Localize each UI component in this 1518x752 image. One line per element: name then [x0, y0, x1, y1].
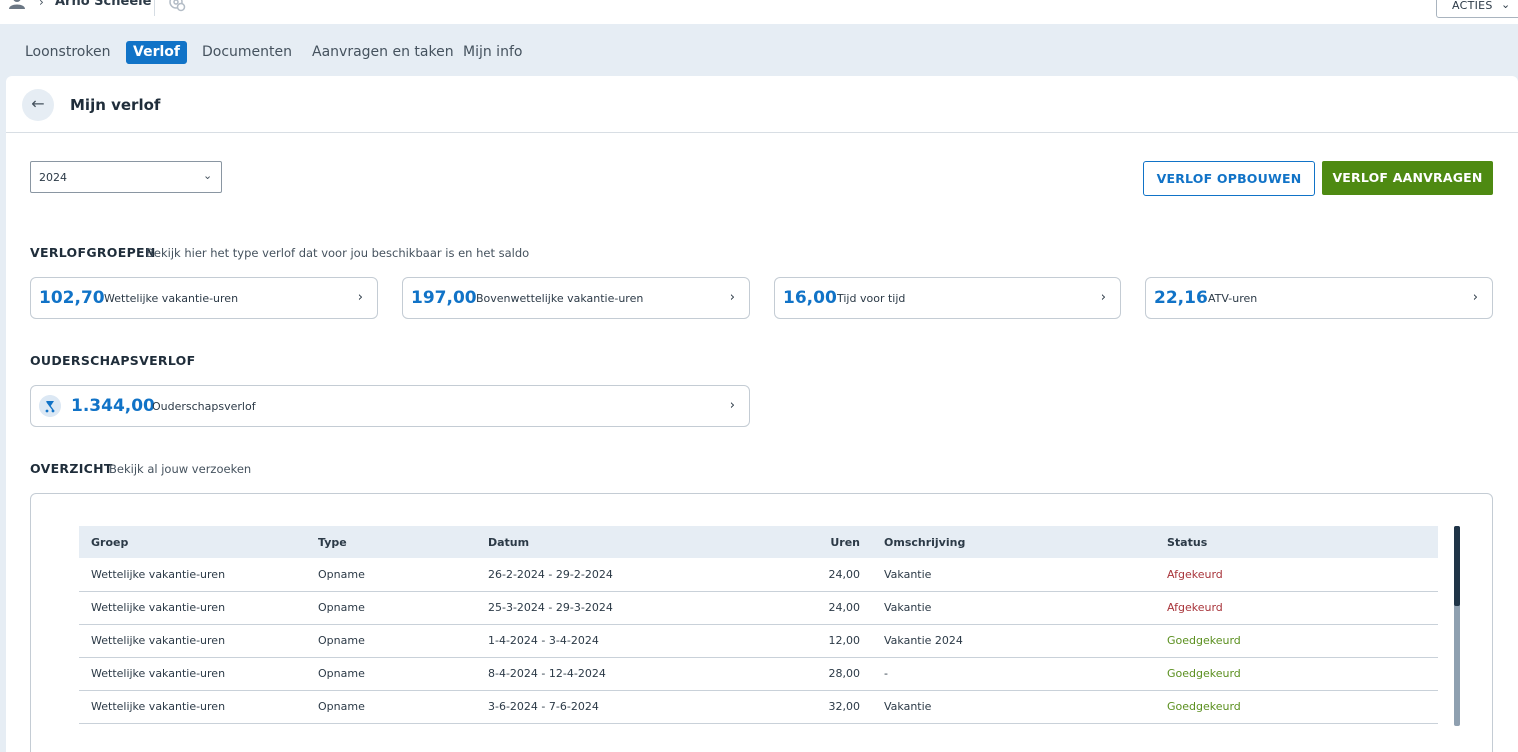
cell-datum: 3-6-2024 - 7-6-2024 — [476, 690, 766, 724]
leave-card-atv[interactable]: 22,16 ATV-uren › — [1145, 277, 1493, 319]
table-row[interactable]: Wettelijke vakantie-uren Opname 26-2-202… — [79, 558, 1438, 592]
cell-datum: 25-3-2024 - 29-3-2024 — [476, 591, 766, 625]
content-panel: ← Mijn verlof 2024 ⌄ VERLOF OPBOUWEN VER… — [6, 76, 1518, 752]
page-header: ← Mijn verlof — [6, 76, 1518, 133]
parental-leave-label: Ouderschapsverlof — [152, 400, 256, 413]
leave-card-value: 16,00 — [783, 288, 837, 308]
cell-uren: 28,00 — [766, 657, 872, 691]
chevron-right-icon: › — [729, 290, 735, 305]
column-header-datum[interactable]: Datum — [476, 526, 766, 558]
overview-container: Groep Type Datum Uren Omschrijving Statu… — [30, 493, 1493, 752]
cell-uren: 24,00 — [766, 558, 872, 592]
table-row[interactable]: Wettelijke vakantie-uren Opname 3-6-2024… — [79, 690, 1438, 724]
table-header-row: Groep Type Datum Uren Omschrijving Statu… — [79, 526, 1438, 558]
cell-omschrijving: Vakantie — [872, 591, 1155, 625]
leave-card-label: Bovenwettelijke vakantie-uren — [476, 292, 644, 305]
column-header-groep[interactable]: Groep — [79, 526, 306, 558]
cell-type: Opname — [306, 624, 476, 658]
cell-groep: Wettelijke vakantie-uren — [79, 558, 306, 592]
page-title: Mijn verlof — [70, 96, 161, 114]
table-row[interactable]: Wettelijke vakantie-uren Opname 8-4-2024… — [79, 657, 1438, 691]
stroller-icon — [39, 395, 61, 417]
overview-subtitle: Bekijk al jouw verzoeken — [109, 462, 252, 476]
leave-card-wettelijk[interactable]: 102,70 Wettelijke vakantie-uren › — [30, 277, 378, 319]
build-leave-button[interactable]: VERLOF OPBOUWEN — [1143, 161, 1315, 196]
cell-type: Opname — [306, 657, 476, 691]
leave-card-value: 22,16 — [1154, 288, 1208, 308]
leave-card-bovenwettelijk[interactable]: 197,00 Bovenwettelijke vakantie-uren › — [402, 277, 750, 319]
chevron-right-icon: › — [1100, 290, 1106, 305]
leave-card-value: 102,70 — [39, 288, 105, 308]
cell-groep: Wettelijke vakantie-uren — [79, 591, 306, 625]
column-header-omschrijving[interactable]: Omschrijving — [872, 526, 1155, 558]
parental-leave-title: OUDERSCHAPSVERLOF — [30, 353, 196, 368]
settings-icon[interactable] — [166, 0, 188, 14]
cell-uren: 32,00 — [766, 690, 872, 724]
overview-title: OVERZICHT — [30, 461, 113, 476]
year-select-value: 2024 — [39, 171, 67, 184]
cell-uren: 24,00 — [766, 591, 872, 625]
actions-menu-button[interactable]: ACTIES ⌄ — [1436, 0, 1518, 18]
tab-documenten[interactable]: Documenten — [195, 41, 299, 64]
leave-groups-title: VERLOFGROEPEN — [30, 245, 156, 260]
table-row[interactable]: Wettelijke vakantie-uren Opname 1-4-2024… — [79, 624, 1438, 658]
table-scrollbar[interactable] — [1454, 526, 1460, 726]
request-leave-button[interactable]: VERLOF AANVRAGEN — [1322, 161, 1493, 195]
tab-verlof[interactable]: Verlof — [126, 41, 187, 64]
column-header-uren[interactable]: Uren — [766, 526, 872, 558]
chevron-right-icon: › — [1472, 290, 1478, 305]
cell-groep: Wettelijke vakantie-uren — [79, 690, 306, 724]
cell-uren: 12,00 — [766, 624, 872, 658]
leave-card-label: Wettelijke vakantie-uren — [104, 292, 239, 305]
year-select[interactable]: 2024 ⌄ — [30, 161, 222, 193]
cell-type: Opname — [306, 690, 476, 724]
tab-aanvragen-en-taken[interactable]: Aanvragen en taken — [305, 41, 461, 64]
table-row[interactable]: Wettelijke vakantie-uren Opname 25-3-202… — [79, 591, 1438, 625]
leave-card-label: ATV-uren — [1208, 292, 1258, 305]
cell-status: Goedgekeurd — [1155, 690, 1438, 724]
person-icon[interactable] — [8, 0, 26, 10]
chevron-right-icon: › — [357, 290, 363, 305]
column-header-status[interactable]: Status — [1155, 526, 1438, 558]
cell-groep: Wettelijke vakantie-uren — [79, 624, 306, 658]
leave-card-label: Tijd voor tijd — [837, 292, 906, 305]
top-bar: › Arno Scheele ACTIES ⌄ — [0, 0, 1518, 24]
cell-datum: 1-4-2024 - 3-4-2024 — [476, 624, 766, 658]
cell-status: Goedgekeurd — [1155, 657, 1438, 691]
breadcrumb-chevron-icon: › — [39, 0, 44, 9]
chevron-down-icon: ⌄ — [203, 169, 213, 182]
tab-loonstroken[interactable]: Loonstroken — [18, 41, 117, 64]
cell-datum: 8-4-2024 - 12-4-2024 — [476, 657, 766, 691]
column-header-type[interactable]: Type — [306, 526, 476, 558]
chevron-down-icon: ⌄ — [1501, 0, 1511, 11]
parental-leave-value: 1.344,00 — [71, 396, 155, 416]
main-navigation: Loonstroken Verlof Documenten Aanvragen … — [0, 24, 1518, 76]
cell-type: Opname — [306, 558, 476, 592]
arrow-left-icon: ← — [31, 94, 45, 113]
cell-datum: 26-2-2024 - 29-2-2024 — [476, 558, 766, 592]
leave-groups-subtitle: Bekijk hier het type verlof dat voor jou… — [146, 246, 530, 260]
leave-card-tijd-voor-tijd[interactable]: 16,00 Tijd voor tijd › — [774, 277, 1121, 319]
back-button[interactable]: ← — [22, 89, 54, 121]
cell-omschrijving: Vakantie 2024 — [872, 624, 1155, 658]
divider — [154, 0, 155, 16]
cell-omschrijving: - — [872, 657, 1155, 691]
cell-status: Afgekeurd — [1155, 558, 1438, 592]
cell-status: Goedgekeurd — [1155, 624, 1438, 658]
user-name[interactable]: Arno Scheele — [55, 0, 151, 9]
leave-requests-table: Groep Type Datum Uren Omschrijving Statu… — [79, 526, 1438, 724]
leave-card-value: 197,00 — [411, 288, 477, 308]
chevron-right-icon: › — [729, 398, 735, 413]
cell-type: Opname — [306, 591, 476, 625]
actions-label: ACTIES — [1452, 0, 1493, 12]
cell-groep: Wettelijke vakantie-uren — [79, 657, 306, 691]
table-scrollbar-thumb[interactable] — [1454, 526, 1460, 606]
cell-omschrijving: Vakantie — [872, 690, 1155, 724]
tab-mijn-info[interactable]: Mijn info — [456, 41, 529, 64]
cell-omschrijving: Vakantie — [872, 558, 1155, 592]
parental-leave-card[interactable]: 1.344,00 Ouderschapsverlof › — [30, 385, 750, 427]
cell-status: Afgekeurd — [1155, 591, 1438, 625]
